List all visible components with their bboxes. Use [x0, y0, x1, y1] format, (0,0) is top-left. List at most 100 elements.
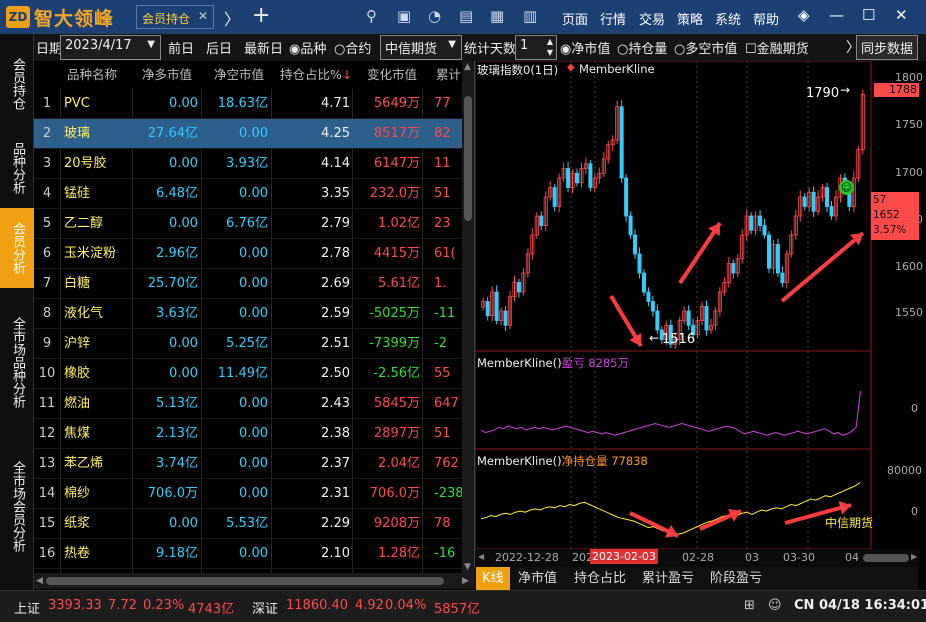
monitor-icon[interactable]: ▤ [459, 7, 473, 25]
date-axis-left-icon[interactable]: ◀ [478, 552, 484, 561]
skin-icon[interactable]: ◈ [798, 6, 810, 24]
scroll-right-icon[interactable]: ▶ [462, 576, 469, 586]
table-row[interactable]: 1 PVC 0.00 18.63亿 4.71 5649万 77 [34, 89, 462, 119]
network-icon[interactable]: ⊞ [744, 598, 755, 613]
menu-strategy[interactable]: 策略 [677, 9, 703, 28]
variety-name: 液化气 [64, 306, 104, 321]
user-icon[interactable]: ☺ [768, 598, 782, 613]
sidebar-item-member-positions[interactable]: 会员持仓 [0, 40, 34, 128]
table-row[interactable]: 13 苯乙烯 3.74亿 0.00 2.37 2.04亿 762 [34, 449, 462, 479]
table-row[interactable]: 16 热卷 9.18亿 0.00 2.10 1.28亿 -16 [34, 539, 462, 569]
radio-variety[interactable]: ◉品种 [289, 38, 326, 57]
smiley-icon[interactable]: ☺ [839, 180, 854, 195]
tab-next-icon[interactable]: 〉 [224, 6, 240, 30]
tab-position-pct[interactable]: 持仓占比 [568, 567, 632, 590]
chevron-down-icon: ▼ [147, 39, 155, 50]
tab-net-value[interactable]: 净市值 [512, 567, 563, 590]
position-pct: 2.37 [321, 456, 350, 471]
stat-days-stepper[interactable]: 1 ▲ ▼ [515, 35, 557, 60]
row-index: 7 [42, 276, 52, 291]
pnl-label: 盈亏 [561, 356, 585, 370]
netpos-annotation: 中信期货 [825, 516, 874, 530]
option-net-value[interactable]: ◉净市值 [560, 38, 610, 57]
tab-close-icon[interactable]: ✕ [198, 9, 208, 23]
table-row[interactable]: 5 乙二醇 0.00 6.76亿 2.79 1.02亿 23 [34, 209, 462, 239]
stepper-arrows-icon[interactable]: ▲ ▼ [547, 36, 553, 58]
next-day-button[interactable]: 后日 [206, 38, 232, 57]
table-row[interactable]: 10 橡胶 0.00 11.49亿 2.50 -2.56亿 55 [34, 359, 462, 389]
dashboard-icon[interactable]: ◔ [428, 7, 441, 25]
column-header-net-short[interactable]: 净空市值 [214, 61, 264, 89]
candle-body [624, 177, 629, 217]
column-header-name[interactable]: 品种名称 [67, 61, 117, 89]
radio-contract[interactable]: ○合约 [334, 38, 371, 57]
change-value: 2.04亿 [378, 456, 420, 471]
tab-period-pnl[interactable]: 阶段盈亏 [704, 567, 768, 590]
scroll-up-icon[interactable]: ▲ [464, 62, 471, 72]
column-header-net-long[interactable]: 净多市值 [142, 61, 192, 89]
book-icon[interactable]: ▥ [523, 7, 537, 25]
date-axis-right-icon[interactable]: ▶ [911, 552, 917, 561]
date-crosshair-label: 2023-02-03 [590, 549, 658, 564]
sync-data-button[interactable]: 同步数据 [856, 35, 918, 60]
sidebar-item-member-analysis[interactable]: 会员分析 [0, 208, 34, 288]
tab-kline[interactable]: K线 [476, 567, 510, 590]
grid-icon[interactable]: ▦ [490, 7, 504, 25]
table-row[interactable]: 12 焦煤 2.13亿 0.00 2.38 2897万 51 [34, 419, 462, 449]
table-row[interactable]: 9 沪锌 0.00 5.25亿 2.51 -7399万 -2 [34, 329, 462, 359]
kline-chart-area[interactable]: 玻璃指数0(1日) ◆ MemberKline 1790 → ← 1516 ☺ … [474, 61, 923, 573]
sz-pct: 0.04% [385, 598, 427, 613]
netpos-indicator-name: MemberKline() [477, 454, 562, 468]
table-row[interactable]: 11 燃油 5.13亿 0.00 2.43 5845万 647 [34, 389, 462, 419]
menu-page[interactable]: 页面 [562, 9, 588, 28]
tab-add-icon[interactable]: + [252, 3, 270, 28]
date-axis-scroll-thumb[interactable] [863, 554, 909, 562]
maximize-icon[interactable]: ☐ [862, 6, 875, 24]
scroll-down-icon[interactable]: ▼ [464, 562, 471, 572]
table-row[interactable]: 15 纸浆 0.00 5.53亿 2.29 9208万 78 [34, 509, 462, 539]
menu-trade[interactable]: 交易 [639, 9, 665, 28]
high-pointer-icon: → [840, 83, 851, 97]
option-financial-futures-label: 金融期货 [756, 42, 809, 57]
table-row[interactable]: 4 锰硅 6.48亿 0.00 3.35 232.0万 51 [34, 179, 462, 209]
option-long-short[interactable]: ○多空市值 [674, 38, 737, 57]
tab-cumulative-pnl[interactable]: 累计盈亏 [636, 567, 700, 590]
candle-body [762, 225, 767, 236]
sidebar-item-market-variety-analysis[interactable]: 全市场品种分析 [0, 292, 34, 432]
cumulative-value: 77 [434, 96, 451, 111]
menu-system[interactable]: 系统 [715, 9, 741, 28]
column-header-cumulative[interactable]: 累计 [436, 61, 461, 89]
row-index: 6 [42, 246, 52, 261]
table-row[interactable]: 2 玻璃 27.64亿 0.00 4.25 8517万 82 [34, 119, 462, 149]
screen-icon[interactable]: ▣ [397, 7, 411, 25]
close-icon[interactable]: ✕ [895, 6, 908, 24]
sidebar-item-variety-analysis[interactable]: 品种分析 [0, 128, 34, 208]
latest-day-button[interactable]: 最新日 [244, 38, 283, 57]
layout-icon[interactable]: ⚲ [366, 7, 377, 25]
table-row[interactable]: 7 白糖 25.70亿 0.00 2.69 5.61亿 1. [34, 269, 462, 299]
table-row[interactable]: 8 液化气 3.63亿 0.00 2.59 -5025万 -11 [34, 299, 462, 329]
clock: CN 04/18 16:34:01 [794, 598, 926, 613]
menu-market[interactable]: 行情 [600, 9, 626, 28]
candle-body [655, 310, 660, 331]
table-horizontal-scroll-thumb[interactable] [46, 577, 444, 585]
table-vertical-scroll-thumb[interactable] [464, 96, 472, 221]
date-picker[interactable]: 2023/4/17 ▼ [60, 35, 161, 60]
broker-select[interactable]: 中信期货 ▼ [380, 35, 462, 60]
positions-table: 品种名称 净多市值 净空市值 持仓占比%↓ 变化市值 累计 1 PVC 0.00 18… [34, 61, 462, 573]
minimize-icon[interactable]: — [829, 6, 844, 24]
column-header-position-pct[interactable]: 持仓占比%↓ [280, 61, 352, 89]
scroll-left-icon[interactable]: ◀ [36, 576, 43, 586]
table-row[interactable]: 14 棉纱 706.0万 0.00 2.31 706.0万 -238 [34, 479, 462, 509]
date-tick-5: 03-30 [783, 551, 815, 564]
option-position[interactable]: ○持仓量 [617, 38, 667, 57]
table-row[interactable]: 3 20号胶 0.00 3.93亿 4.14 6147万 11 [34, 149, 462, 179]
change-value: 232.0万 [369, 186, 420, 201]
date-label: 日期 [36, 42, 63, 57]
menu-help[interactable]: 帮助 [753, 9, 779, 28]
option-financial-futures[interactable]: ☐金融期货 [745, 38, 809, 57]
sidebar-item-market-member-analysis[interactable]: 全市场会员分析 [0, 436, 34, 576]
column-header-change[interactable]: 变化市值 [367, 61, 417, 89]
table-row[interactable]: 6 玉米淀粉 2.96亿 0.00 2.78 4415万 61( [34, 239, 462, 269]
prev-day-button[interactable]: 前日 [168, 38, 194, 57]
